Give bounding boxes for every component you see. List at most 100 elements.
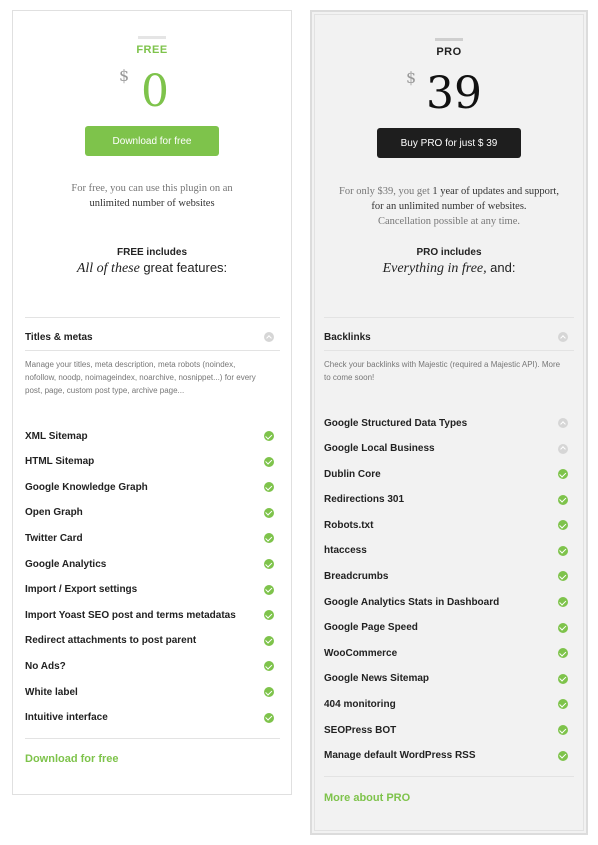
free-plan-name: FREE <box>136 44 168 56</box>
check-icon <box>264 482 274 493</box>
check-icon <box>558 597 568 607</box>
feature-label: No Ads? <box>25 660 66 672</box>
pro-includes-italic: Everything in free, <box>382 261 487 276</box>
currency-symbol: $ <box>119 66 130 85</box>
more-about-pro-link[interactable]: More about PRO <box>324 792 410 804</box>
free-description-line1: For free, you can use this plugin on an <box>71 183 233 194</box>
feature-label: Import / Export settings <box>25 584 138 596</box>
feature-robots-txt: Robots.txt <box>324 515 568 535</box>
feature-woocommerce: WooCommerce <box>324 643 568 663</box>
free-plan-card: FREE $ 0 Download for free For free, you… <box>12 10 292 795</box>
check-icon <box>264 431 274 441</box>
feature-breadcrumbs: Breadcrumbs <box>324 566 568 586</box>
feature-htaccess: htaccess <box>324 541 568 561</box>
feature-label: Open Graph <box>25 507 83 519</box>
feature-label: HTML Sitemap <box>25 456 95 468</box>
check-icon <box>264 635 274 646</box>
feature-toggle-titles-metas[interactable]: Titles & metas <box>25 327 274 347</box>
check-icon <box>264 584 274 595</box>
feature-label: Robots.txt <box>324 519 374 531</box>
pro-plan-name: PRO <box>436 46 462 58</box>
free-includes-plain: great features: <box>143 260 228 275</box>
feature-import-yoast-seo-post-and-terms-metadatas: Import Yoast SEO post and terms metadata… <box>25 605 274 625</box>
feature-description: Manage your titles, meta description, me… <box>25 360 256 395</box>
feature-no-ads: No Ads? <box>25 656 274 676</box>
check-icon <box>264 533 274 544</box>
feature-label: Google Analytics Stats in Dashboard <box>324 596 500 608</box>
divider <box>25 350 280 351</box>
feature-description: Check your backlinks with Majestic (requ… <box>324 360 561 382</box>
buy-pro-button[interactable]: Buy PRO for just $ 39 <box>377 128 521 158</box>
download-free-link[interactable]: Download for free <box>25 753 119 765</box>
feature-label: Google Page Speed <box>324 622 418 634</box>
feature-intuitive-interface: Intuitive interface <box>25 708 274 728</box>
check-icon <box>264 712 274 723</box>
feature-xml-sitemap: XML Sitemap <box>25 426 274 446</box>
check-icon <box>558 725 568 735</box>
pro-description-line1b: 1 year of updates and support, <box>432 186 559 197</box>
feature-label: Import Yoast SEO post and terms metadata… <box>25 609 236 621</box>
feature-label: White label <box>25 686 78 698</box>
feature-label: Google Structured Data Types <box>324 417 468 429</box>
feature-label: 404 monitoring <box>324 698 396 710</box>
feature-label: Google News Sitemap <box>324 673 430 685</box>
free-description: For free, you can use this plugin on an … <box>13 181 291 211</box>
feature-google-local-business[interactable]: Google Local Business <box>324 439 568 459</box>
feature-404-monitoring: 404 monitoring <box>324 694 568 714</box>
feature-google-page-speed: Google Page Speed <box>324 618 568 638</box>
feature-label: Redirect attachments to post parent <box>25 635 197 647</box>
download-free-button[interactable]: Download for free <box>85 126 219 156</box>
divider <box>324 776 574 777</box>
check-icon <box>264 610 274 621</box>
feature-label: XML Sitemap <box>25 430 88 442</box>
feature-label: WooCommerce <box>324 647 398 659</box>
feature-label: Breadcrumbs <box>324 570 389 582</box>
check-icon <box>264 687 274 697</box>
free-includes-italic: All of these <box>76 261 140 276</box>
pro-plan-header: PRO $ 39 Buy PRO for just $ 39 <box>312 12 586 158</box>
check-icon <box>558 648 568 659</box>
feature-dublin-core: Dublin Core <box>324 464 568 484</box>
chevron-up-icon <box>264 332 274 342</box>
feature-label: Google Knowledge Graph <box>25 481 148 493</box>
check-icon <box>558 699 568 710</box>
feature-label: htaccess <box>324 545 367 557</box>
check-icon <box>558 520 568 531</box>
chevron-up-icon <box>558 418 568 428</box>
pro-price-amount: 39 <box>426 68 482 119</box>
check-icon <box>558 750 568 761</box>
feature-google-news-sitemap: Google News Sitemap <box>324 669 568 689</box>
pro-price: $ 39 <box>312 68 586 120</box>
feature-toggle-backlinks[interactable]: Backlinks <box>324 327 568 347</box>
feature-import-export-settings: Import / Export settings <box>25 580 274 600</box>
feature-label: Google Local Business <box>324 443 435 455</box>
free-price-amount: 0 <box>141 66 169 117</box>
divider <box>324 350 574 351</box>
feature-google-structured-data-types[interactable]: Google Structured Data Types <box>324 413 568 433</box>
check-icon <box>558 673 568 684</box>
feature-label: Dublin Core <box>324 468 381 480</box>
chevron-up-icon <box>558 443 568 454</box>
plan-accent-bar <box>435 38 463 41</box>
plan-accent-bar <box>138 36 166 39</box>
divider <box>324 317 574 318</box>
free-includes-subtitle: All of these great features: <box>13 260 291 277</box>
chevron-up-icon <box>558 332 568 342</box>
check-icon <box>264 661 274 672</box>
pro-description-line1a: For only $39, you get <box>339 186 430 197</box>
pro-includes-title: PRO includes <box>416 247 482 258</box>
feature-label: Twitter Card <box>25 532 83 544</box>
check-icon <box>264 456 274 467</box>
pro-description-line2: for an unlimited number of websites. <box>371 201 527 212</box>
feature-redirections-301: Redirections 301 <box>324 490 568 510</box>
feature-label: Redirections 301 <box>324 494 405 506</box>
feature-twitter-card: Twitter Card <box>25 528 274 548</box>
check-icon <box>558 545 568 556</box>
feature-google-analytics-stats-in-dashboard: Google Analytics Stats in Dashboard <box>324 592 568 612</box>
feature-manage-default-wordpress-rss: Manage default WordPress RSS <box>324 746 568 766</box>
feature-label: Manage default WordPress RSS <box>324 750 476 762</box>
feature-label: Backlinks <box>324 331 371 343</box>
check-icon <box>558 494 568 505</box>
free-plan-header: FREE $ 0 Download for free <box>13 11 291 156</box>
pro-includes: PRO includes Everything in free, and: <box>312 247 586 277</box>
